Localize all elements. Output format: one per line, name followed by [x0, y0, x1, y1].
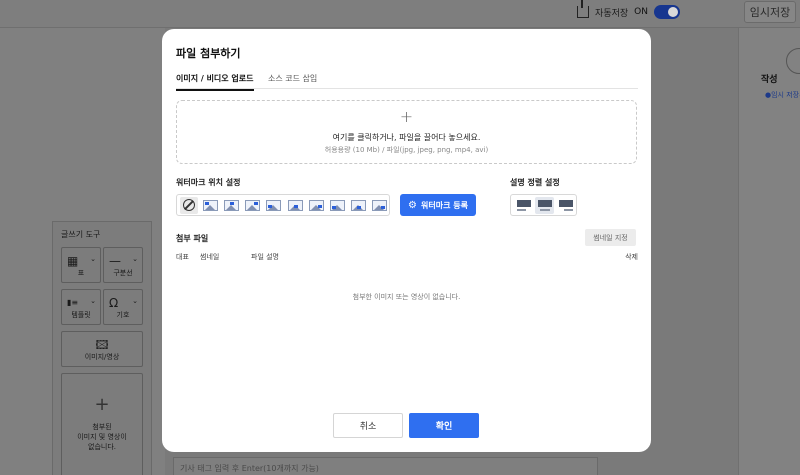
caption-align-left[interactable] [514, 197, 533, 214]
watermark-register-label: 워터마크 등록 [421, 200, 468, 210]
column-header-thumbnail: 썸네일 [200, 253, 220, 261]
file-dropzone[interactable]: + 여기를 클릭하거나, 파일을 끌어다 놓으세요. 허용용량 (10 Mb) … [176, 100, 637, 164]
dropzone-main-text: 여기를 클릭하거나, 파일을 끌어다 놓으세요. [332, 133, 481, 142]
attachments-table-header: 대표 썸네일 파일 설명 삭제 [176, 252, 638, 264]
tool-divider-label: 구분선 [113, 269, 133, 277]
watermark-bottom-right-icon [372, 199, 388, 211]
divider-icon: — [109, 254, 121, 268]
writing-tools-panel: 글쓰기 도구 ▦ ⌄ 표 — ⌄ 구분선 ▮≡ ⌄ 템플릿 Ω ⌄ 기호 🖾 이… [52, 221, 152, 475]
watermark-position-bottom-left[interactable] [328, 197, 346, 214]
top-bar: 자동저장 ON 임시저장 [0, 0, 800, 28]
dropzone-sub-text: 허용용량 (10 Mb) / 파일(jpg, jpeg, png, mp4, a… [324, 146, 489, 154]
watermark-position-middle-left[interactable] [265, 197, 283, 214]
watermark-label: 워터마크 위치 설정 [176, 178, 241, 187]
omega-icon: Ω [109, 296, 119, 310]
caption-align-center[interactable] [535, 196, 554, 214]
watermark-position-group [176, 194, 390, 216]
cancel-button[interactable]: 취소 [333, 413, 403, 438]
modal-title: 파일 첨부하기 [176, 47, 241, 60]
attachments-label: 첨부 파일 [176, 234, 209, 243]
watermark-bottom-left-icon [330, 199, 346, 211]
watermark-middle-right-icon [308, 199, 324, 211]
watermark-position-top-right[interactable] [244, 197, 262, 214]
align-left-icon [516, 199, 531, 211]
file-attach-modal: 파일 첨부하기 이미지 / 비디오 업로드 소스 코드 삽입 + 여기를 클릭하… [162, 29, 651, 452]
watermark-position-top-center[interactable] [222, 197, 240, 214]
attachments-empty-message: 첨부한 이미지 또는 영상이 없습니다. [352, 293, 461, 301]
caption-align-right[interactable] [556, 197, 575, 214]
tool-divider[interactable]: — ⌄ 구분선 [103, 247, 143, 283]
download-icon [577, 0, 590, 18]
column-header-description: 파일 설명 [251, 253, 279, 261]
watermark-position-bottom-center[interactable] [350, 197, 368, 214]
attached-empty-line3: 없습니다. [88, 443, 116, 451]
right-panel-note: ●임시 저장된 [765, 91, 800, 99]
modal-tabs: 이미지 / 비디오 업로드 소스 코드 삽입 [176, 73, 638, 91]
image-icon: 🖾 [95, 338, 109, 352]
chevron-down-icon: ⌄ [132, 297, 138, 305]
watermark-position-middle-right[interactable] [307, 197, 325, 214]
tool-symbol-label: 기호 [116, 311, 130, 319]
tab-image-video-upload[interactable]: 이미지 / 비디오 업로드 [176, 73, 254, 91]
tool-image-video[interactable]: 🖾 이미지/영상 [61, 331, 143, 367]
align-label: 설명 정렬 설정 [510, 178, 560, 187]
circle-icon [786, 48, 800, 74]
align-right-icon [558, 199, 573, 211]
autosave-state: ON [634, 7, 648, 17]
watermark-center-icon [287, 199, 303, 211]
autosave-toggle[interactable] [654, 5, 680, 19]
tool-table[interactable]: ▦ ⌄ 표 [61, 247, 101, 283]
chevron-down-icon: ⌄ [132, 255, 138, 263]
watermark-position-bottom-right[interactable] [371, 197, 389, 214]
attached-empty-line1: 첨부된 [92, 423, 112, 431]
right-panel: 작성 ●임시 저장된 [738, 28, 800, 475]
tool-table-label: 표 [77, 269, 85, 277]
confirm-button[interactable]: 확인 [409, 413, 479, 438]
temp-save-button[interactable]: 임시저장 [744, 1, 796, 23]
watermark-top-center-icon [224, 199, 239, 211]
column-header-delete: 삭제 [625, 253, 638, 261]
attached-media-panel: + 첨부된 이미지 및 영상이 없습니다. [61, 373, 143, 475]
tool-symbol[interactable]: Ω ⌄ 기호 [103, 289, 143, 325]
tool-template[interactable]: ▮≡ ⌄ 템플릿 [61, 289, 101, 325]
tab-source-code[interactable]: 소스 코드 삽입 [268, 73, 317, 89]
watermark-position-none[interactable] [180, 196, 199, 214]
right-panel-title: 작성 [761, 75, 778, 85]
no-watermark-icon [183, 199, 196, 211]
attached-empty-line2: 이미지 및 영상이 [77, 433, 127, 441]
watermark-position-top-left[interactable] [201, 197, 219, 214]
plus-icon: + [94, 394, 110, 415]
chevron-down-icon: ⌄ [90, 255, 96, 263]
column-header-representative: 대표 [176, 253, 189, 261]
chevron-down-icon: ⌄ [90, 297, 96, 305]
gear-icon: ⚙ [408, 199, 417, 211]
align-center-icon [537, 199, 552, 211]
table-icon: ▦ [67, 254, 79, 268]
autosave-control: 자동저장 ON [577, 0, 680, 19]
watermark-top-right-icon [245, 199, 261, 211]
tag-input[interactable]: 기사 태그 입력 후 Enter(10개까지 가능) [173, 457, 598, 475]
watermark-middle-left-icon [266, 199, 282, 211]
watermark-bottom-center-icon [351, 199, 367, 211]
writing-tools-title: 글쓰기 도구 [61, 230, 101, 239]
watermark-register-button[interactable]: ⚙ 워터마크 등록 [400, 194, 476, 216]
autosave-label: 자동저장 [595, 8, 629, 19]
watermark-position-center[interactable] [286, 197, 304, 214]
watermark-top-left-icon [202, 199, 218, 211]
caption-align-group [510, 194, 577, 216]
set-thumbnail-button[interactable]: 썸네일 지정 [585, 229, 636, 246]
plus-icon: + [399, 107, 414, 126]
template-icon: ▮≡ [67, 298, 79, 307]
tool-template-label: 템플릿 [71, 311, 91, 319]
